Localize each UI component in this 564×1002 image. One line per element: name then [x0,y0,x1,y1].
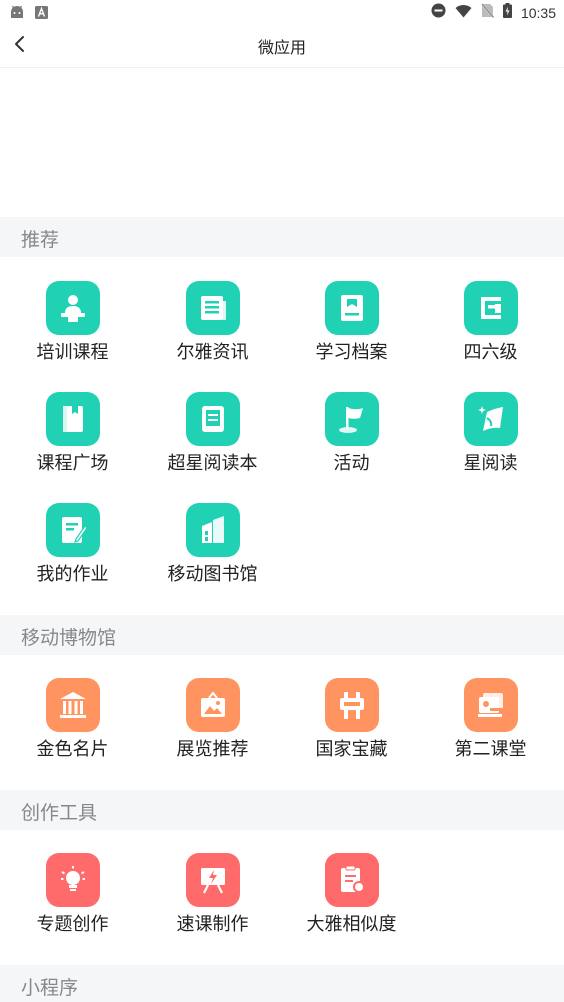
app-label: 培训课程 [36,342,109,363]
section-header-mini-programs: 小程序 [0,965,564,1002]
similarity-check-icon [325,853,379,907]
section-title: 小程序 [21,977,79,999]
app-item-cet[interactable]: 四六级 [421,281,560,381]
archive-book-icon [325,281,379,335]
app-label: 四六级 [463,342,518,363]
trainer-icon [46,281,100,335]
section-header-recommend: 推荐 [0,217,564,257]
app-item-golden-card[interactable]: 金色名片 [3,678,142,778]
app-item-my-homework[interactable]: 我的作业 [3,503,142,603]
star-read-icon [464,392,518,446]
app-item-exhibition[interactable]: 展览推荐 [143,678,282,778]
dnd-icon [431,3,446,22]
second-classroom-icon [464,678,518,732]
app-item-daya-similarity[interactable]: 大雅相似度 [282,853,421,953]
app-label: 速课制作 [176,914,249,935]
app-label: 展览推荐 [176,739,249,760]
app-item-training-courses[interactable]: 培训课程 [3,281,142,381]
navigation-bar: 微应用 [0,24,564,68]
battery-icon [502,3,512,22]
app-item-quick-course[interactable]: 速课制作 [143,853,282,953]
homework-icon [46,503,100,557]
ebook-reader-icon [186,392,240,446]
app-item-mobile-library[interactable]: 移动图书馆 [143,503,282,603]
cet-icon [464,281,518,335]
app-item-study-archive[interactable]: 学习档案 [282,281,421,381]
app-label: 我的作业 [36,564,109,585]
library-building-icon [186,503,240,557]
exhibition-picture-icon [186,678,240,732]
app-item-erya-news[interactable]: 尔雅资讯 [143,281,282,381]
sim-off-icon [480,2,495,22]
status-bar: 10:35 [0,0,564,24]
app-item-second-classroom[interactable]: 第二课堂 [421,678,560,778]
app-item-star-reading[interactable]: 星阅读 [421,392,560,492]
app-label: 学习档案 [315,342,388,363]
section-title: 创作工具 [21,802,98,824]
app-label: 大雅相似度 [306,914,397,935]
app-label: 移动图书馆 [167,564,258,585]
app-label: 尔雅资讯 [176,342,249,363]
section-header-mobile-museum: 移动博物馆 [0,615,564,655]
treasure-sign-icon [325,678,379,732]
app-label: 国家宝藏 [315,739,388,760]
app-label: 超星阅读本 [167,453,258,474]
page-title: 微应用 [257,38,306,57]
app-item-chaoxing-reader[interactable]: 超星阅读本 [143,392,282,492]
lightbulb-icon [46,853,100,907]
museum-icon [46,678,100,732]
app-label: 金色名片 [36,739,109,760]
museum-grid: 金色名片 展览推荐 国家宝藏 第二课堂 [0,678,564,790]
app-item-national-treasure[interactable]: 国家宝藏 [282,678,421,778]
app-label: 活动 [333,453,370,474]
app-label: 星阅读 [463,453,518,474]
status-time: 10:35 [520,4,556,21]
section-title: 推荐 [21,229,60,251]
app-label: 课程广场 [36,453,109,474]
wifi-icon [455,3,472,22]
app-label: 专题创作 [36,914,109,935]
recommend-grid: 培训课程 尔雅资讯 学习档案 四六级 课程广场 超星阅读本 活动 星阅读 我的作… [0,280,564,615]
section-header-creation-tools: 创作工具 [0,790,564,830]
app-label: 第二课堂 [454,739,527,760]
course-book-icon [46,392,100,446]
app-item-topic-creation[interactable]: 专题创作 [3,853,142,953]
flag-icon [325,392,379,446]
app-item-activities[interactable]: 活动 [282,392,421,492]
banner-area [0,68,564,216]
newspaper-icon [186,281,240,335]
presentation-icon [186,853,240,907]
app-item-course-plaza[interactable]: 课程广场 [3,392,142,492]
creation-tools-grid: 专题创作 速课制作 大雅相似度 [0,853,564,965]
section-title: 移动博物馆 [21,627,117,649]
android-icon [9,4,25,23]
a-badge-icon [35,4,48,23]
